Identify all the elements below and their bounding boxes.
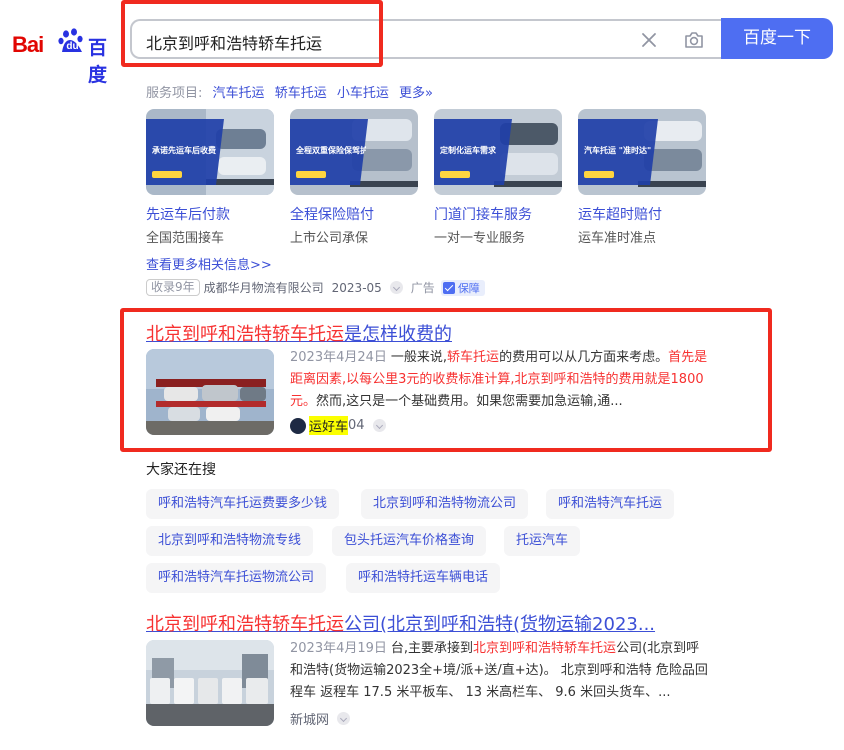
card-banner-text: 定制化运车需求 (440, 146, 496, 155)
service-card[interactable]: 承诺先运车后收费 先运车后付款 全国范围接车 (146, 109, 276, 246)
card-title[interactable]: 先运车后付款 (146, 204, 230, 224)
snippet-highlight: 北京到呼和浩特轿车托运 (473, 641, 617, 656)
indexed-years-badge: 收录9年 (146, 279, 200, 296)
result-snippet: 2023年4月19日 台,主要承接到北京到呼和浩特轿车托运公司(北京到呼和浩特(货… (290, 638, 710, 704)
card-subtitle: 运车准时准点 (578, 231, 657, 246)
related-searches-heading: 大家还在搜 (146, 462, 216, 478)
service-link-sedan[interactable]: 轿车托运 (275, 86, 327, 101)
logo-text-bai: Bai (12, 32, 44, 57)
card-subtitle: 上市公司承保 (290, 231, 369, 246)
ad-company[interactable]: 成都华月物流有限公司 (204, 279, 324, 296)
result-title-highlight: 北京到呼和浩特轿车托运 (146, 614, 344, 635)
ad-source-row: 收录9年 成都华月物流有限公司 2023-05 广告 保障 (146, 279, 485, 296)
snippet-text: 台,主要承接到 (390, 641, 474, 656)
card-subtitle: 一对一专业服务 (434, 231, 526, 246)
search-query: 北京到呼和浩特轿车托运 (146, 34, 323, 53)
source-name-suffix: 04 (348, 418, 365, 433)
card-banner-text: 承诺先运车后收费 (152, 146, 216, 155)
ad-label: 广告 (410, 281, 435, 295)
card-title[interactable]: 全程保险赔付 (290, 204, 374, 224)
result-title[interactable]: 北京到呼和浩特轿车托运公司(北京到呼和浩特(货物运输2023... (146, 610, 655, 636)
guarantee-label: 保障 (457, 281, 480, 295)
ad-year: 2023-05 (331, 280, 382, 295)
snippet-text: 一般来说, (390, 350, 448, 365)
result-title-rest: 是怎样收费的 (344, 324, 452, 345)
logo-text-du: du (66, 41, 79, 52)
result-title-rest: 公司(北京到呼和浩特(货物运输2023... (344, 614, 656, 635)
result-snippet: 2023年4月24日 一般来说,轿车托运的费用可以从几方面来考虑。首先是距离因素,… (290, 347, 710, 413)
service-links: 服务项目: 汽车托运 轿车托运 小车托运 更多» (146, 82, 433, 101)
service-card[interactable]: 汽车托运 "准时达" 运车超时赔付 运车准时准点 (578, 109, 708, 246)
service-link-more[interactable]: 更多» (399, 86, 433, 101)
snippet-text: 的费用可以从几方面来考虑。 (499, 350, 669, 365)
clear-icon[interactable] (639, 30, 659, 50)
result-date: 2023年4月24日 (290, 350, 387, 365)
service-card[interactable]: 全程双重保险保驾护航 全程保险赔付 上市公司承保 (290, 109, 420, 246)
service-label: 服务项目: (146, 86, 203, 101)
snippet-highlight: 轿车托运 (447, 350, 500, 365)
chevron-down-icon[interactable] (389, 281, 403, 294)
related-search-chip[interactable]: 北京到呼和浩特物流公司 (361, 489, 529, 519)
service-card[interactable]: 定制化运车需求 门道门接车服务 一对一专业服务 (434, 109, 564, 246)
service-link-small-car[interactable]: 小车托运 (337, 86, 389, 101)
service-link-car[interactable]: 汽车托运 (213, 86, 265, 101)
related-search-chip[interactable]: 包头托运汽车价格查询 (332, 526, 487, 556)
search-button[interactable]: 百度一下 (721, 18, 833, 59)
result-title[interactable]: 北京到呼和浩特轿车托运是怎样收费的 (146, 320, 452, 346)
baidu-logo[interactable]: Bai du 百度 (12, 28, 116, 86)
check-icon (442, 281, 455, 294)
card-subtitle: 全国范围接车 (146, 231, 225, 246)
source-name-highlight: 运好车 (309, 416, 349, 435)
result-thumbnail[interactable] (146, 349, 274, 435)
result-title-highlight: 北京到呼和浩特轿车托运 (146, 324, 344, 345)
result-thumbnail[interactable] (146, 640, 274, 726)
related-search-chip[interactable]: 呼和浩特托运车辆电话 (346, 563, 501, 593)
camera-icon[interactable] (683, 29, 705, 51)
result-source[interactable]: 新城网 (290, 709, 358, 728)
snippet-text: 然而,这只是一个基础费用。如果您需要加急运输,通... (316, 394, 623, 409)
related-search-chip[interactable]: 呼和浩特汽车托运 (546, 489, 675, 519)
chevron-down-icon[interactable] (337, 712, 351, 725)
card-title[interactable]: 门道门接车服务 (434, 204, 532, 224)
search-input[interactable]: 北京到呼和浩特轿车托运 (130, 19, 722, 59)
chevron-down-icon[interactable] (372, 419, 386, 432)
source-avatar (290, 417, 306, 434)
guarantee-badge[interactable]: 保障 (440, 279, 485, 296)
card-banner-text: 全程双重保险保驾护航 (296, 146, 366, 155)
result-date: 2023年4月19日 (290, 641, 387, 656)
logo-text-cn: 百度 (88, 37, 108, 86)
related-search-chip[interactable]: 北京到呼和浩特物流专线 (146, 526, 314, 556)
related-search-chip[interactable]: 呼和浩特汽车托运费要多少钱 (146, 489, 340, 519)
result-source[interactable]: 运好车 04 (290, 416, 394, 435)
source-name: 新城网 (290, 713, 330, 728)
card-banner-text: 汽车托运 "准时达" (584, 146, 652, 155)
see-more-link[interactable]: 查看更多相关信息>> (146, 254, 272, 273)
related-search-chip[interactable]: 呼和浩特汽车托运物流公司 (146, 563, 327, 593)
related-search-chip[interactable]: 托运汽车 (504, 526, 581, 556)
card-title[interactable]: 运车超时赔付 (578, 204, 662, 224)
